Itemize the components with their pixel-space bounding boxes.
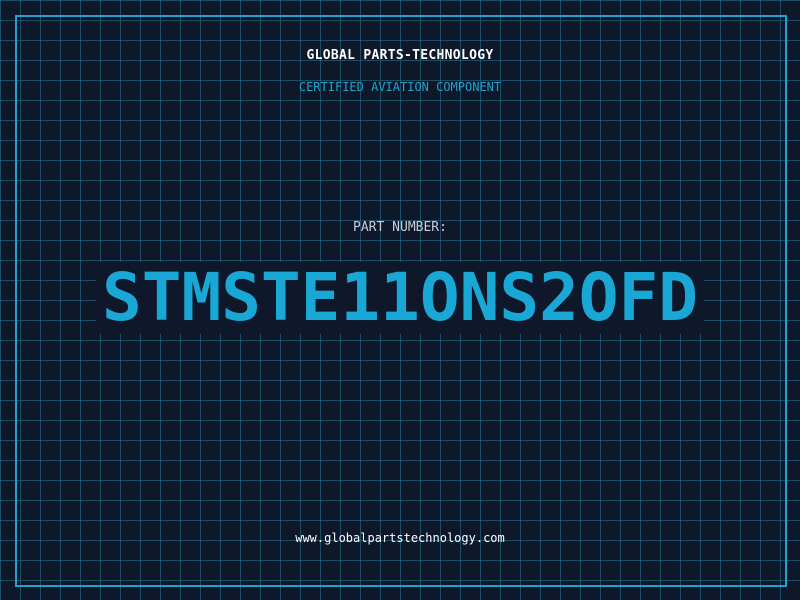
- part-number-value: STMSTE11ONS2OFD: [95, 262, 705, 334]
- part-number-container: STMSTE11ONS2OFD: [0, 262, 800, 334]
- website-url: www.globalpartstechnology.com: [295, 531, 505, 545]
- company-name: GLOBAL PARTS-TECHNOLOGY: [306, 48, 494, 63]
- part-number-label: PART NUMBER:: [353, 220, 447, 235]
- certification-subtitle: CERTIFIED AVIATION COMPONENT: [298, 80, 502, 94]
